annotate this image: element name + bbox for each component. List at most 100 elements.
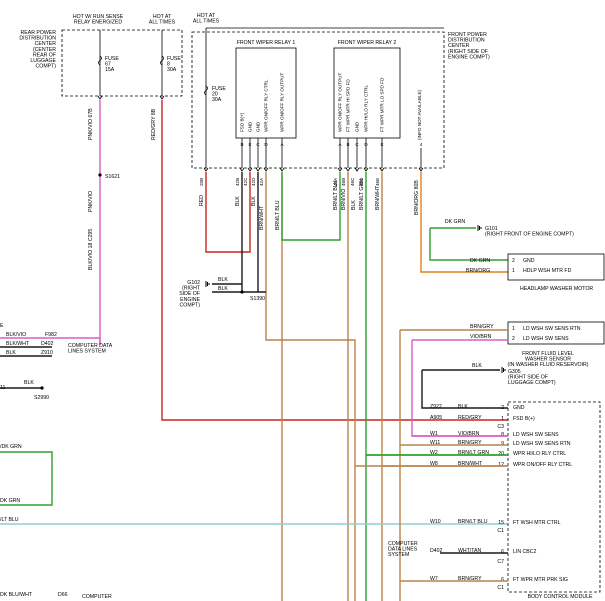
left-row2-code: D402	[41, 341, 54, 347]
splice-s2990-label: S2990	[34, 395, 49, 401]
rear-pdc-name: REAR POWER DISTRIBUTION CENTER (CENTER REAR …	[19, 30, 56, 70]
relay-2-pin-label: GND	[355, 121, 360, 132]
motor-row2-wire: BRN/ORG	[466, 268, 490, 274]
sensor-row1-func: LD WSH SW SENS RTN	[523, 326, 581, 332]
wire-label-pnk-vio-67b: PNK/VIO 67B	[88, 108, 94, 140]
sensor-row2-wire: VIO/BRN	[470, 334, 492, 340]
left-d66: D66	[58, 592, 68, 598]
bcm-row-func: WPR ON/OFF RLY CTRL	[513, 462, 572, 468]
left-row1-code: F982	[45, 332, 57, 338]
bcm-row-pin: 6	[501, 549, 504, 555]
bcm-row-pin: 20	[498, 451, 504, 457]
bcm-name: BODY CONTROL MODULE	[528, 594, 593, 600]
fuse-67-label: FUSE 67 15A	[105, 56, 119, 73]
wire-label-blk-3: BLK	[351, 200, 357, 210]
left-row3-wire: BLK	[6, 350, 16, 356]
sensor-row2-pin: 2	[512, 336, 515, 342]
bcm-row-func: WPR HI/LO RLY CTRL	[513, 451, 566, 457]
circuit-number: 42B	[235, 178, 240, 186]
bcm-row-pin: 1	[501, 416, 504, 422]
fuse-20-label: FUSE 20 30A	[212, 86, 226, 103]
motor-row1-pin: 2	[512, 258, 515, 264]
bcm-row-pin: C3	[497, 424, 504, 430]
connector-arrow	[239, 167, 245, 172]
g102-wire-label: BLK	[218, 286, 228, 292]
relay-1-pin-label: GND	[248, 121, 253, 132]
wire-label-pnk-vio: PNK/VIO	[88, 191, 94, 212]
connector-arrow	[279, 167, 285, 172]
wire-blk-g305-down	[421, 370, 508, 409]
wire-label-brn-wht: BRN/WHT	[259, 205, 265, 230]
bcm-row-func: LD WSH SW SENS	[513, 432, 559, 438]
relay-1-pin-label: GND	[256, 121, 261, 132]
motor-row1-wire: DK GRN	[470, 258, 490, 264]
wire-grn-link	[281, 172, 341, 241]
connector-arrow	[379, 167, 385, 172]
wire-label-brn-wht-2: BRN/WHT	[375, 185, 381, 210]
circuit-number: 42A	[259, 177, 264, 186]
bcm-row-func: FT WPR MTR PRK SIG	[513, 577, 568, 583]
bcm-row-pin: 12	[498, 462, 504, 468]
circuit-number: 42C	[243, 177, 248, 186]
motor-row1-func: GND	[523, 258, 535, 264]
bcm-row-pin: 15	[498, 520, 504, 526]
front-pdc-header: HOT AT ALL TIMES	[193, 13, 220, 25]
g101-wire-label: DK GRN	[445, 219, 465, 225]
g102-wire-label: BLK	[218, 277, 228, 283]
sensor-row2-func: LD WSH SW SENS	[523, 336, 569, 342]
left-row4-wire: BLK	[24, 380, 34, 386]
relay-1-cavity: A	[280, 142, 284, 147]
headlamp-motor-name: HEADLAMP WASHER MOTOR	[520, 286, 593, 292]
g305-label: G305 (RIGHT SIDE OF LUGGAGE COMPT)	[508, 369, 556, 386]
wire-label-blk: BLK	[235, 196, 241, 206]
info-not-available-label: (INFO NOT AVAILABLE)	[417, 89, 422, 140]
front-pdc-box	[191, 31, 445, 169]
bcm-row-func: LIN CBC2	[513, 549, 536, 555]
bcm-row-pin: 2	[501, 405, 504, 411]
wiper-wiring-diagram: HOT W/ RUN SENSE RELAY ENERGIZED HOT AT ALL…	[0, 13, 605, 601]
connector-arrow	[345, 167, 351, 172]
connector-arrow	[247, 167, 253, 172]
bcm-row-pin: 6	[501, 577, 504, 583]
left-computer: COMPUTER	[82, 594, 112, 600]
connector-arrow	[354, 167, 360, 172]
left-dk-grn-1: /DK GRN	[0, 444, 22, 450]
bcm-row-wire: BRN/LT BLU	[458, 519, 488, 525]
info-cavity: 4	[420, 142, 423, 147]
relay-1-title: FRONT WIPER RELAY 1	[237, 40, 296, 46]
wire-vio-brn-down	[411, 340, 508, 437]
wire-label-brn-lt-blu-2: BRN/LT BLU	[333, 180, 339, 210]
wire-label-blk-vio: BLK/VIO 18 C295	[88, 229, 94, 270]
bcm-row-wire: BLK	[458, 404, 468, 410]
relay-1-pin-label: FSD B(+)	[240, 112, 245, 132]
left-row2-wire: BLK/WHT	[6, 341, 30, 347]
rear-pdc-box	[61, 29, 183, 97]
bcm-cds-label: COMPUTER DATA LINES SYSTEM	[388, 541, 418, 558]
bcm-row-func: FT WSH MTR CTRL	[513, 520, 561, 526]
circuit-number: 46E	[375, 178, 380, 186]
left-11: 11	[0, 385, 5, 391]
wire-label-red-gry-8b: RED/GRY 8B	[151, 108, 157, 140]
g305-wire-label: BLK	[472, 363, 482, 369]
left-dk-grn-2: DK GRN	[0, 498, 20, 504]
bcm-row-pin: 8	[501, 432, 504, 438]
wire-label-brn-vio: BRN/VIO	[341, 189, 347, 210]
wire-label-brn-lt-grn: BRN/LT GRN	[359, 179, 365, 210]
connector-arrow	[363, 167, 369, 172]
fuse-8-label: FUSE 8 30A	[167, 56, 181, 73]
bcm-row-func: FSD B(+)	[513, 416, 535, 422]
circuit-number: 42D	[251, 177, 256, 186]
bcm-row-pin: C1	[497, 585, 504, 591]
sensor-row1-wire: BRN/GRY	[470, 324, 494, 330]
bcm-row-code: W10	[430, 519, 441, 525]
bcm-row-func: LD WSH SW SENS RTN	[513, 441, 571, 447]
wire-label-brn-org: BRN/ORG 80B	[414, 180, 420, 215]
relay-1-pin-label: WPR ON/OFF RLY OUTPUT	[280, 73, 285, 132]
connector-arrow	[418, 167, 424, 172]
relay-2-pin-label: WPR HI/LO RLY CTRL	[364, 85, 369, 132]
bcm-row-code: A905	[430, 415, 442, 421]
bcm-row-pin: 9	[501, 441, 504, 447]
left-e: E	[0, 323, 4, 329]
relay-2-pin-label: FT WPR MTR HI SPD FD	[346, 79, 351, 132]
circuit-number: 46B	[341, 178, 346, 186]
